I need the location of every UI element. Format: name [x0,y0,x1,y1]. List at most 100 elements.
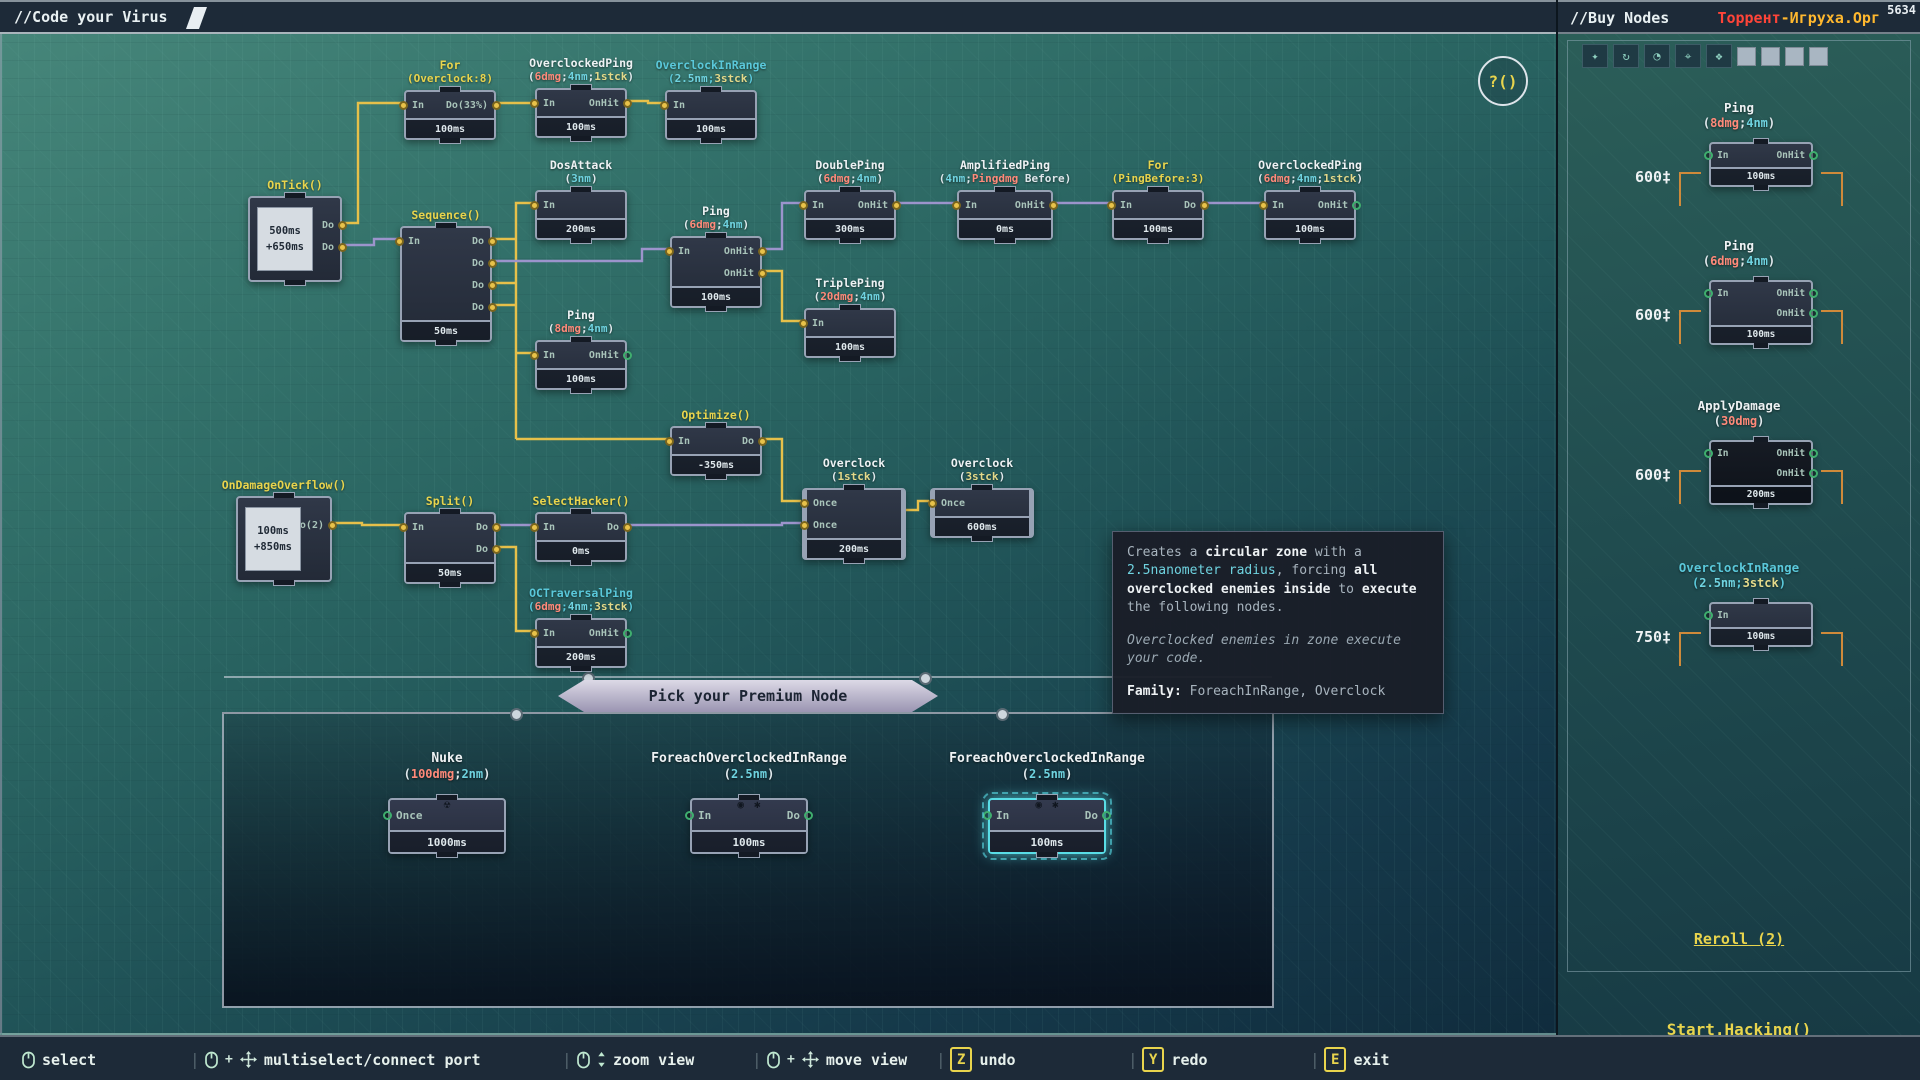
port-in-dot[interactable] [799,200,808,210]
port-out-dot[interactable] [1809,289,1819,299]
shop-item-title: ApplyDamage (30dmg) [1697,398,1781,429]
port-out-dot[interactable] [1049,200,1058,210]
filter-icon-1[interactable]: ✦ [1582,44,1608,68]
node-ping-6dmg[interactable]: Ping (6dmg;4nm) In OnHit OnHit 100ms [665,204,767,308]
port-in-dot[interactable] [660,100,669,110]
port-in-dot[interactable] [1704,289,1714,299]
port-out-dot[interactable] [758,436,767,446]
port-in-dot[interactable] [800,520,809,530]
node-split[interactable]: Split() In Do Do 50ms [399,494,501,584]
node-overclock-3stck[interactable]: Overclock (3stck) Once 600ms [928,456,1034,538]
port-in-dot[interactable] [1704,151,1714,161]
port-out-dot[interactable] [1102,810,1111,820]
port-in-dot[interactable] [530,522,539,532]
port-out-dot[interactable] [492,522,501,532]
shop-item-ping[interactable]: Ping (6dmg;4nm) 600‡ In OnHit OnHit 100ms [1558,238,1920,345]
filter-tab[interactable] [1761,46,1780,66]
port-in-dot[interactable] [1259,200,1268,210]
port-in-dot[interactable] [399,522,408,532]
node-applydamage[interactable]: In OnHit OnHit 200ms [1704,439,1819,505]
reroll-button[interactable]: Reroll (2) [1558,930,1920,948]
port-in-dot[interactable] [1704,449,1714,459]
port-out-dot[interactable] [1809,309,1819,319]
port-in-dot[interactable] [800,498,809,508]
node-overclockedping-1[interactable]: OverclockedPing (6dmg;4nm;1stck) In OnHit 10… [528,56,634,138]
port-out-dot[interactable] [1352,200,1361,210]
port-out-dot[interactable] [1200,200,1209,210]
port-out-dot[interactable] [623,522,632,532]
port-out-dot[interactable] [758,268,767,278]
port-in-dot[interactable] [530,200,539,210]
node-overclockedping-2[interactable]: OverclockedPing (6dmg;4nm;1stck) In OnHit 10… [1257,158,1363,240]
node-ondamageoverflow[interactable]: OnDamageOverflow() Do(2) 100ms +850ms [222,478,346,582]
filter-tab[interactable] [1737,46,1756,66]
node-selecthacker[interactable]: SelectHacker() In Do 0ms [530,494,632,562]
filter-tab[interactable] [1809,46,1828,66]
node-overclockinrange[interactable]: OverclockInRange (2.5nm;3stck) In 100ms [656,58,766,140]
node-dosattack[interactable]: DosAttack (3nm) In 200ms [530,158,627,240]
node-for-pingbefore[interactable]: For (PingBefore:3) In Do 100ms [1107,158,1209,240]
node-for-overclock8[interactable]: For (Overclock:8) In Do(33%) 100ms [399,58,501,140]
port-out-dot[interactable] [1809,449,1819,459]
node-overclockinrange[interactable]: In 100ms [1704,601,1814,647]
node-doubleping[interactable]: DoublePing (6dmg;4nm) In OnHit 300ms [799,158,901,240]
node-overclock-1stck[interactable]: Overclock (1stck) Once Once 200ms [800,456,906,560]
port-in-dot[interactable] [399,100,408,110]
node-ontick[interactable]: OnTick() Do Do 500ms +650ms [248,178,347,282]
port-in-dot[interactable] [928,498,937,508]
node-cost: 0ms [537,540,625,560]
port-out-dot[interactable] [488,280,497,290]
port-in-dot[interactable] [1107,200,1116,210]
node-octraversalping[interactable]: OCTraversalPing (6dmg;4nm;3stck) In OnHit 20… [528,586,634,668]
node-ping-8dmg[interactable]: Ping (8dmg;4nm) In OnHit 100ms [530,308,632,390]
port-in-dot[interactable] [665,436,674,446]
node-foreach-overclocked-1[interactable]: ForeachOverclockedInRange (2.5nm) ◉ ✱ In Do 10… [651,751,847,854]
node-tripleping[interactable]: TriplePing (20dmg;4nm) In 100ms [799,276,896,358]
port-in-dot[interactable] [530,98,539,108]
port-out-dot[interactable] [892,200,901,210]
port-in-dot[interactable] [395,236,404,246]
wire-stub-decoration [1679,171,1702,206]
node-foreach-overclocked-2[interactable]: ForeachOverclockedInRange (2.5nm) ◉ ✱ In Do 10… [949,751,1145,860]
port-in-dot[interactable] [685,810,694,820]
shop-item-overclockinrange[interactable]: OverclockInRange (2.5nm;3stck) 750‡ In 100ms [1558,560,1920,666]
port-out-dot[interactable] [488,258,497,268]
shop-item-ping[interactable]: Ping (8dmg;4nm) 600‡ In OnHit 100ms [1558,100,1920,206]
port-out-dot[interactable] [623,628,632,638]
port-out-dot[interactable] [488,236,497,246]
port-out-dot[interactable] [758,246,767,256]
port-out-dot[interactable] [492,100,501,110]
port-out-dot[interactable] [1809,469,1819,479]
node-sequence[interactable]: Sequence() In Do Do Do Do 50ms [395,208,497,342]
port-out-dot[interactable] [623,350,632,360]
port-in-dot[interactable] [665,246,674,256]
port-in-dot[interactable] [383,810,392,820]
port-out-dot[interactable] [492,544,501,554]
port-out-dot[interactable] [488,302,497,312]
node-ping[interactable]: In OnHit OnHit 100ms [1704,279,1819,345]
port-out-dot[interactable] [328,520,337,530]
node-optimize[interactable]: Optimize() In Do -350ms [665,408,767,476]
port-in-dot[interactable] [983,810,992,820]
filter-icon-2[interactable]: ↻ [1613,44,1639,68]
port-out-dot[interactable] [804,810,813,820]
port-label: Do [1084,808,1098,822]
node-ping[interactable]: In OnHit 100ms [1704,141,1819,187]
port-out-dot[interactable] [338,220,347,230]
filter-icon-5[interactable]: ❖ [1706,44,1732,68]
port-out-dot[interactable] [1809,151,1819,161]
port-in-dot[interactable] [530,628,539,638]
help-button[interactable]: ?() [1478,56,1528,106]
shop-item-applydamage[interactable]: ApplyDamage (30dmg) 600‡ In OnHit OnHit 200ms [1558,398,1920,505]
port-in-dot[interactable] [952,200,961,210]
port-in-dot[interactable] [1704,611,1714,621]
port-out-dot[interactable] [623,98,632,108]
node-amplifiedping[interactable]: AmplifiedPing (4nm;Pingdmg Before) In OnHit… [939,158,1071,240]
port-in-dot[interactable] [530,350,539,360]
filter-icon-3[interactable]: ◔ [1644,44,1670,68]
port-out-dot[interactable] [338,242,347,252]
port-in-dot[interactable] [799,318,808,328]
filter-tab[interactable] [1785,46,1804,66]
node-nuke[interactable]: Nuke (100dmg;2nm) ☢ Once 1000ms [383,751,506,854]
filter-icon-4[interactable]: ⌖ [1675,44,1701,68]
